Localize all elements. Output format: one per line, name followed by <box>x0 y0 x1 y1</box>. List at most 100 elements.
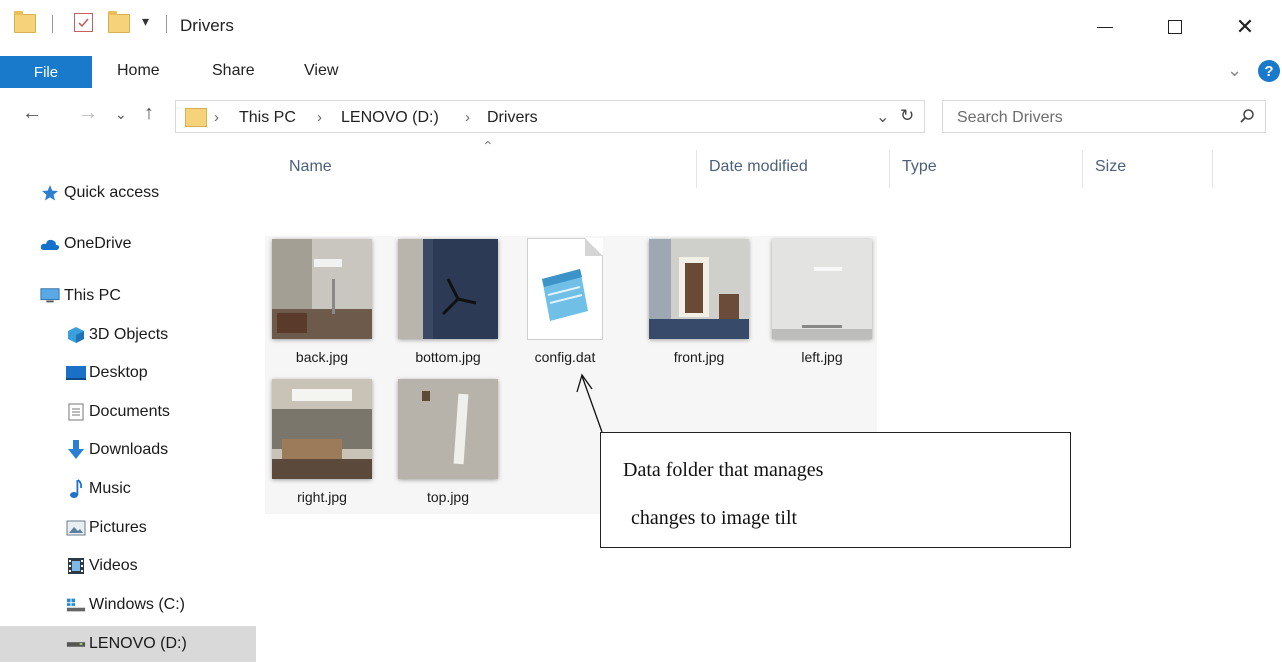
sidebar-item-this-pc[interactable]: This PC <box>0 278 256 314</box>
folder-icon <box>185 108 207 127</box>
sidebar-item-label: Music <box>89 480 131 497</box>
help-icon[interactable]: ? <box>1258 60 1280 82</box>
column-divider[interactable] <box>1082 150 1083 188</box>
refresh-icon[interactable]: ↻ <box>900 106 914 126</box>
sidebar-item-onedrive[interactable]: OneDrive <box>0 226 256 262</box>
folder-icon <box>14 11 36 33</box>
image-thumbnail <box>398 239 498 339</box>
forward-arrow-icon[interactable]: → <box>78 102 98 125</box>
file-item-left-jpg[interactable]: left.jpg <box>766 236 878 372</box>
breadcrumb-separator-icon: › <box>465 109 470 126</box>
cube-icon <box>66 326 86 344</box>
search-box[interactable]: Search Drivers <box>942 100 1266 133</box>
sidebar-item-label: 3D Objects <box>89 326 169 343</box>
pictures-icon <box>66 519 86 537</box>
tab-share[interactable]: Share <box>212 62 255 80</box>
minimize-button[interactable] <box>1082 6 1128 48</box>
breadcrumb-separator-icon: › <box>317 109 322 126</box>
sidebar-item-documents[interactable]: Documents <box>0 394 256 430</box>
window-title: Drivers <box>180 16 234 35</box>
sidebar-item-music[interactable]: Music <box>0 471 256 507</box>
properties-icon[interactable] <box>74 13 93 32</box>
file-name: bottom.jpg <box>415 349 481 365</box>
sidebar-item-windows-c[interactable]: Windows (C:) <box>0 587 256 623</box>
search-icon[interactable] <box>1239 108 1255 129</box>
quick-access-toolbar-dropdown[interactable]: ▾ <box>142 13 149 30</box>
recent-locations-chevron-icon[interactable]: ⌄ <box>115 106 127 123</box>
notepad-document-icon <box>527 238 603 340</box>
tab-home[interactable]: Home <box>117 62 160 80</box>
computer-icon <box>40 287 60 305</box>
annotation-text-line-2: changes to image tilt <box>631 507 798 529</box>
separator <box>166 15 167 33</box>
sidebar-item-3d-objects[interactable]: 3D Objects <box>0 317 256 353</box>
column-header-type[interactable]: Type <box>902 158 937 176</box>
column-header-date-modified[interactable]: Date modified <box>709 158 808 176</box>
desktop-icon <box>66 364 86 382</box>
sidebar-item-videos[interactable]: Videos <box>0 548 256 584</box>
breadcrumb-this-pc[interactable]: This PC <box>239 109 296 127</box>
address-dropdown-icon[interactable]: ⌄ <box>876 107 889 127</box>
file-item-back-jpg[interactable]: back.jpg <box>266 236 378 372</box>
column-header-size[interactable]: Size <box>1095 158 1126 176</box>
search-input[interactable]: Search Drivers <box>957 109 1063 127</box>
column-divider[interactable] <box>1212 150 1213 188</box>
file-item-top-jpg[interactable]: top.jpg <box>392 376 504 512</box>
breadcrumb-drivers[interactable]: Drivers <box>487 109 538 127</box>
file-item-bottom-jpg[interactable]: bottom.jpg <box>392 236 504 372</box>
sidebar-item-pictures[interactable]: Pictures <box>0 510 256 546</box>
film-icon <box>66 557 86 575</box>
sidebar-item-desktop[interactable]: Desktop <box>0 355 256 391</box>
file-name: top.jpg <box>426 489 470 505</box>
sidebar-item-label: Pictures <box>89 519 147 536</box>
image-thumbnail <box>272 379 372 479</box>
breadcrumb-lenovo[interactable]: LENOVO (D:) <box>341 109 439 127</box>
sidebar-item-label: Quick access <box>64 184 160 201</box>
windows-drive-icon <box>66 596 86 614</box>
image-thumbnail <box>772 239 872 339</box>
sidebar-item-label: Documents <box>89 403 170 420</box>
column-header-name[interactable]: Name <box>289 158 332 176</box>
title-bar: ▾ Drivers ✕ <box>0 0 1282 56</box>
sidebar-item-label: OneDrive <box>64 235 132 252</box>
column-divider[interactable] <box>889 150 890 188</box>
download-arrow-icon <box>66 440 86 459</box>
file-name: right.jpg <box>297 489 347 505</box>
breadcrumb-separator-icon: › <box>214 109 219 126</box>
sidebar-item-label: This PC <box>64 287 121 304</box>
column-divider[interactable] <box>696 150 697 188</box>
file-name: config.dat <box>534 349 596 365</box>
sidebar-item-downloads[interactable]: Downloads <box>0 432 256 468</box>
file-name: left.jpg <box>801 349 843 365</box>
sidebar-item-label: Downloads <box>89 441 169 458</box>
back-arrow-icon[interactable]: ← <box>22 102 42 125</box>
file-item-front-jpg[interactable]: front.jpg <box>643 236 755 372</box>
sidebar-item-label: Videos <box>89 557 138 574</box>
drive-icon <box>66 635 86 653</box>
image-thumbnail <box>398 379 498 479</box>
new-folder-icon[interactable] <box>108 11 130 33</box>
tab-file[interactable]: File <box>0 56 92 88</box>
up-arrow-icon[interactable]: ↑ <box>144 102 154 125</box>
maximize-button[interactable] <box>1152 6 1198 48</box>
annotation-text-line-1: Data folder that manages <box>623 459 824 481</box>
file-item-right-jpg[interactable]: right.jpg <box>266 376 378 512</box>
image-thumbnail <box>649 239 749 339</box>
close-button[interactable]: ✕ <box>1222 6 1268 48</box>
address-row: ← → ⌄ ↑ › This PC › LENOVO (D:) › Driver… <box>0 96 1282 142</box>
file-name: back.jpg <box>295 349 349 365</box>
sidebar-item-label: Desktop <box>89 364 148 381</box>
sidebar-item-quick-access[interactable]: Quick access <box>0 175 256 211</box>
tab-view[interactable]: View <box>304 62 338 80</box>
music-note-icon <box>66 479 86 498</box>
documents-icon <box>66 403 86 421</box>
expand-ribbon-chevron-icon[interactable]: ⌄ <box>1227 60 1242 81</box>
sort-ascending-icon: ⌃ <box>482 138 494 154</box>
ribbon-tabs: File Home Share View ⌄ ? <box>0 56 1282 92</box>
address-bar[interactable]: › This PC › LENOVO (D:) › Drivers ⌄ ↻ <box>175 100 925 133</box>
sidebar-item-lenovo-d[interactable]: LENOVO (D:) <box>0 626 256 662</box>
sidebar-item-label: LENOVO (D:) <box>89 635 187 652</box>
navigation-pane: Quick access OneDrive This PC 3D Objects… <box>0 150 262 666</box>
file-name: front.jpg <box>673 349 725 365</box>
file-item-config-dat[interactable]: config.dat <box>509 236 621 372</box>
